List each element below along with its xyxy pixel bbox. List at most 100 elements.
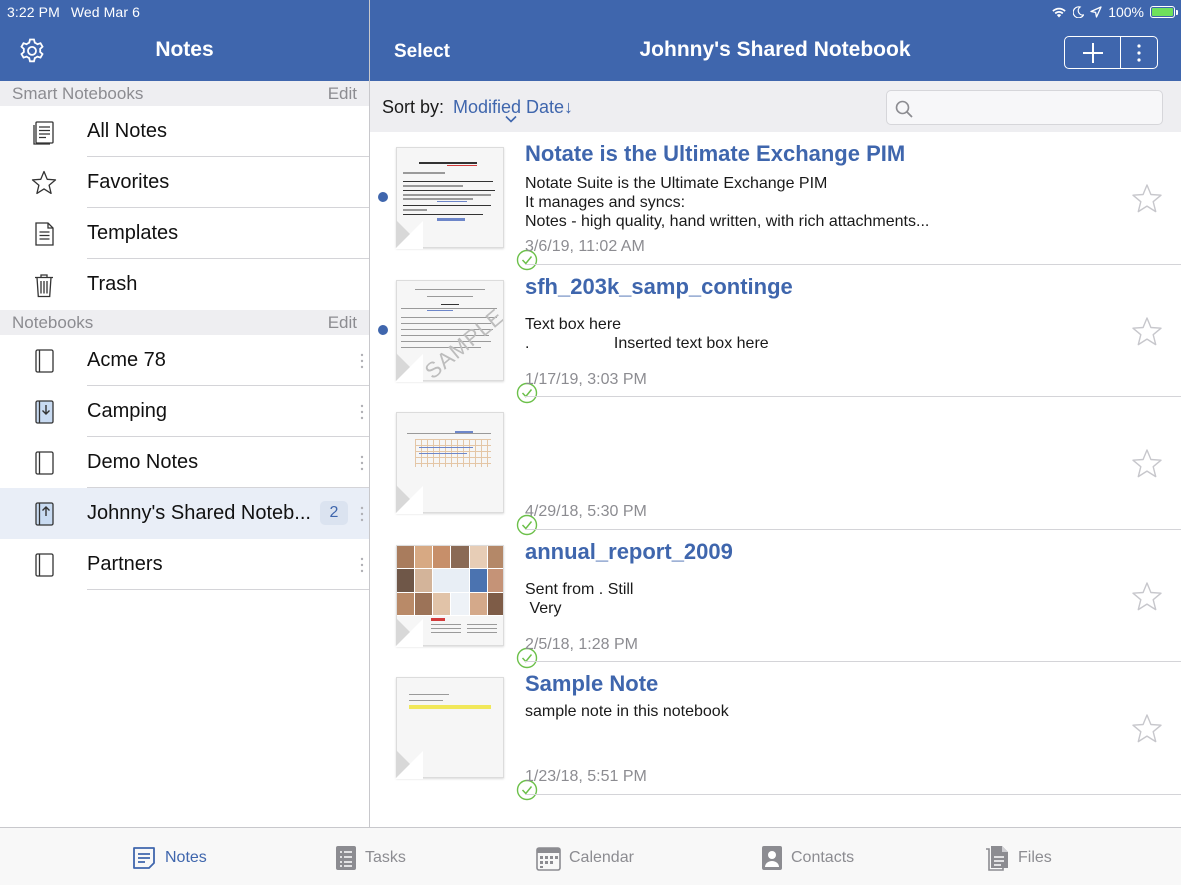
more-vertical-icon bbox=[1137, 43, 1141, 62]
status-bar-left: 3:22 PM Wed Mar 6 bbox=[7, 4, 140, 20]
status-bar-right: 100% bbox=[1051, 4, 1178, 20]
page-curl-corner bbox=[395, 751, 423, 779]
search-input[interactable] bbox=[919, 91, 1159, 124]
page-curl-corner bbox=[395, 618, 423, 647]
battery-percent: 100% bbox=[1108, 4, 1144, 20]
chevron-down-icon bbox=[505, 115, 517, 123]
note-row[interactable]: annual_report_2009 Sent from . Still Ver… bbox=[370, 530, 1181, 669]
note-thumbnail[interactable] bbox=[395, 147, 538, 271]
sidebar-item-demo-notes[interactable]: Demo Notes bbox=[0, 437, 369, 488]
favorite-star-icon[interactable] bbox=[1130, 182, 1164, 216]
drag-handle-icon[interactable] bbox=[359, 504, 365, 524]
note-thumbnail[interactable] bbox=[395, 677, 538, 801]
notebook-shared-icon bbox=[28, 500, 60, 528]
tab-label: Contacts bbox=[791, 849, 855, 866]
note-date: 4/29/18, 5:30 PM bbox=[525, 503, 647, 520]
sidebar-item-templates[interactable]: Templates bbox=[0, 208, 369, 259]
note-row[interactable]: SAMPLE sfh_203k_samp_continge Text box h… bbox=[370, 265, 1181, 404]
wifi-icon bbox=[1052, 7, 1066, 18]
drag-handle-icon[interactable] bbox=[359, 453, 365, 473]
more-options-button[interactable] bbox=[1121, 37, 1157, 68]
note-row[interactable]: Sample Note sample note in this notebook… bbox=[370, 662, 1181, 801]
sidebar-item-acme-78[interactable]: Acme 78 bbox=[0, 335, 369, 386]
sidebar-item-label: Demo Notes bbox=[87, 451, 199, 473]
sidebar-title: Notes bbox=[155, 38, 214, 61]
top-bar: 3:22 PM Wed Mar 6 100% Notes Select Johnn… bbox=[0, 0, 1181, 81]
tab-notes[interactable]: Notes bbox=[131, 844, 207, 872]
note-preview: sample note in this notebook bbox=[525, 703, 729, 720]
unread-dot bbox=[378, 324, 388, 335]
search-icon bbox=[895, 100, 913, 118]
tasks-tab-icon bbox=[336, 846, 356, 870]
sidebar-item-label: Favorites bbox=[87, 171, 170, 193]
moon-icon bbox=[1073, 6, 1085, 18]
favorite-star-icon[interactable] bbox=[1130, 315, 1164, 349]
battery-level bbox=[1152, 8, 1173, 16]
notebooks-label: Notebooks bbox=[12, 312, 94, 332]
sidebar: Smart Notebooks Edit All Notes Favorites… bbox=[0, 81, 369, 827]
sidebar-item-label: Templates bbox=[87, 222, 179, 244]
smart-notebooks-header: Smart Notebooks Edit bbox=[0, 81, 369, 106]
note-row[interactable]: 4/29/18, 5:30 PM bbox=[370, 397, 1181, 536]
star-icon bbox=[28, 169, 60, 197]
note-thumbnail[interactable]: SAMPLE bbox=[395, 279, 538, 404]
note-preview: Sent from . Still Very bbox=[525, 580, 634, 617]
sidebar-item-all-notes[interactable]: All Notes bbox=[0, 106, 369, 157]
tab-label: Files bbox=[1018, 849, 1052, 866]
sidebar-item-favorites[interactable]: Favorites bbox=[0, 157, 369, 208]
sidebar-item-label: Trash bbox=[87, 273, 138, 295]
favorite-star-icon[interactable] bbox=[1130, 712, 1164, 746]
sidebar-item-label: Partners bbox=[87, 553, 163, 575]
divider bbox=[87, 589, 369, 590]
tab-contacts[interactable]: Contacts bbox=[761, 844, 854, 872]
note-count-badge: 2 bbox=[320, 501, 348, 525]
note-date: 2/5/18, 1:28 PM bbox=[525, 635, 638, 653]
tab-calendar[interactable]: Calendar bbox=[536, 844, 634, 872]
smart-notebooks-edit-button[interactable]: Edit bbox=[328, 84, 357, 104]
tab-tasks[interactable]: Tasks bbox=[335, 844, 406, 872]
battery-icon bbox=[1150, 6, 1178, 18]
tab-label: Calendar bbox=[569, 849, 634, 866]
note-row[interactable]: Notate is the Ultimate Exchange PIM Nota… bbox=[370, 132, 1181, 271]
note-preview: Text box here . Inserted text box here bbox=[525, 315, 769, 352]
drag-handle-icon[interactable] bbox=[359, 402, 365, 422]
unread-dot bbox=[378, 192, 388, 202]
favorite-star-icon[interactable] bbox=[1130, 580, 1164, 614]
location-icon bbox=[1090, 6, 1102, 18]
new-note-button[interactable] bbox=[1065, 37, 1121, 68]
search-field[interactable] bbox=[886, 90, 1163, 125]
tab-files[interactable]: Files bbox=[985, 844, 1052, 872]
header-button-group bbox=[1064, 36, 1158, 69]
notebook-icon bbox=[28, 347, 60, 375]
note-date: 3/6/19, 11:02 AM bbox=[525, 238, 645, 255]
sidebar-item-label: Camping bbox=[87, 400, 168, 422]
notebook-icon bbox=[28, 449, 60, 477]
status-time: 3:22 PM bbox=[7, 4, 60, 20]
select-button[interactable]: Select bbox=[394, 41, 450, 63]
trash-icon bbox=[28, 271, 60, 299]
smart-notebooks-label: Smart Notebooks bbox=[12, 83, 144, 103]
note-date: 1/23/18, 5:51 PM bbox=[525, 768, 647, 785]
sidebar-item-camping[interactable]: Camping bbox=[0, 386, 369, 437]
sidebar-item-label: Johnny's Shared Noteb... bbox=[87, 502, 311, 524]
note-list: Notate is the Ultimate Exchange PIM Nota… bbox=[370, 132, 1181, 827]
notebook-icon bbox=[28, 551, 60, 579]
note-thumbnail[interactable] bbox=[395, 412, 538, 536]
drag-handle-icon[interactable] bbox=[359, 555, 365, 575]
notes-tab-icon bbox=[133, 847, 155, 869]
favorite-star-icon[interactable] bbox=[1130, 447, 1164, 481]
contacts-tab-icon bbox=[762, 846, 782, 870]
note-thumbnail[interactable] bbox=[395, 544, 538, 669]
sidebar-item-johnnys-shared-notebook[interactable]: Johnny's Shared Noteb... 2 bbox=[0, 488, 369, 539]
note-title: sfh_203k_samp_continge bbox=[525, 273, 793, 299]
sidebar-item-trash[interactable]: Trash bbox=[0, 259, 369, 310]
drag-handle-icon[interactable] bbox=[359, 351, 365, 371]
sidebar-item-partners[interactable]: Partners bbox=[0, 539, 369, 590]
page-curl-corner bbox=[395, 353, 423, 382]
sidebar-item-label: Acme 78 bbox=[87, 349, 166, 371]
note-title: Notate is the Ultimate Exchange PIM bbox=[525, 141, 906, 166]
files-tab-icon bbox=[986, 846, 1008, 871]
photo-collage bbox=[397, 545, 503, 616]
sample-watermark: SAMPLE bbox=[419, 302, 504, 381]
notebooks-edit-button[interactable]: Edit bbox=[328, 313, 357, 333]
